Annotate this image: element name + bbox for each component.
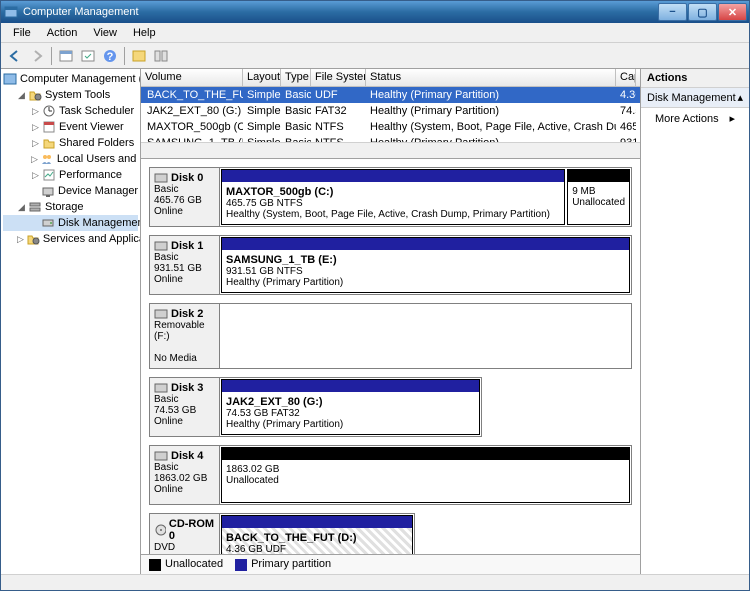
tree-local-users[interactable]: ▷Local Users and Groups (3, 151, 138, 167)
partition[interactable]: 1863.02 GBUnallocated (221, 447, 630, 503)
partition[interactable]: 9 MBUnallocated (567, 169, 630, 225)
menubar: File Action View Help (1, 23, 749, 43)
collapse-icon: ▴ (737, 91, 743, 104)
partition[interactable]: JAK2_EXT_80 (G:)74.53 GB FAT32Healthy (P… (221, 379, 480, 435)
tree-services[interactable]: ▷Services and Applications (3, 231, 138, 247)
col-cap[interactable]: Cap (616, 69, 636, 86)
help-button[interactable]: ? (100, 46, 120, 66)
volume-table[interactable]: Volume Layout Type File System Status Ca… (141, 69, 640, 159)
col-layout[interactable]: Layout (243, 69, 281, 86)
table-row[interactable]: JAK2_EXT_80 (G:)SimpleBasicFAT32Healthy … (141, 103, 640, 119)
window: Computer Management − ▢ ✕ File Action Vi… (0, 0, 750, 591)
tree-device-manager[interactable]: Device Manager (3, 183, 138, 199)
window-title: Computer Management (23, 6, 658, 18)
forward-button[interactable] (27, 46, 47, 66)
menu-file[interactable]: File (5, 27, 39, 39)
refresh-button[interactable] (78, 46, 98, 66)
table-scrollbar[interactable] (141, 142, 640, 158)
actions-header: Actions (641, 69, 749, 88)
col-fs[interactable]: File System (311, 69, 366, 86)
app-icon (3, 4, 19, 20)
partition[interactable]: BACK_TO_THE_FUT (D:)4.36 GB UDFHealthy (… (221, 515, 413, 554)
disk-row[interactable]: Disk 3Basic74.53 GBOnlineJAK2_EXT_80 (G:… (149, 377, 482, 437)
toolbar: ? (1, 43, 749, 69)
more-actions[interactable]: More Actions▸ (641, 108, 749, 129)
tree-shared-folders[interactable]: ▷Shared Folders (3, 135, 138, 151)
content: Computer Management (Local ◢System Tools… (1, 69, 749, 574)
titlebar: Computer Management − ▢ ✕ (1, 1, 749, 23)
maximize-button[interactable]: ▢ (688, 3, 717, 21)
tree-task-scheduler[interactable]: ▷Task Scheduler (3, 103, 138, 119)
menu-help[interactable]: Help (125, 27, 164, 39)
table-header: Volume Layout Type File System Status Ca… (141, 69, 640, 87)
menu-action[interactable]: Action (39, 27, 86, 39)
tree-root[interactable]: Computer Management (Local (3, 71, 138, 87)
nav-tree[interactable]: Computer Management (Local ◢System Tools… (1, 69, 141, 574)
bottom-scrollbar[interactable] (1, 574, 749, 590)
disk-graphical-pane[interactable]: Disk 0Basic465.76 GBOnlineMAXTOR_500gb (… (141, 159, 640, 554)
view-detail-button[interactable] (151, 46, 171, 66)
menu-view[interactable]: View (85, 27, 125, 39)
disk-row[interactable]: Disk 2Removable (F:)No Media (149, 303, 632, 369)
properties-button[interactable] (56, 46, 76, 66)
tree-disk-management[interactable]: Disk Management (3, 215, 138, 231)
actions-pane: Actions Disk Management▴ More Actions▸ (641, 69, 749, 574)
disk-row[interactable]: Disk 4Basic1863.02 GBOnline1863.02 GBUna… (149, 445, 632, 505)
tree-system-tools[interactable]: ◢System Tools (3, 87, 138, 103)
tree-storage[interactable]: ◢Storage (3, 199, 138, 215)
table-row[interactable]: MAXTOR_500gb (C:)SimpleBasicNTFSHealthy … (141, 119, 640, 135)
tree-performance[interactable]: ▷Performance (3, 167, 138, 183)
actions-context[interactable]: Disk Management▴ (641, 88, 749, 108)
chevron-right-icon: ▸ (729, 112, 735, 125)
disk-row[interactable]: CD-ROM 0DVD4.36 GBOnlineBACK_TO_THE_FUT … (149, 513, 415, 554)
disk-row[interactable]: Disk 0Basic465.76 GBOnlineMAXTOR_500gb (… (149, 167, 632, 227)
disk-row[interactable]: Disk 1Basic931.51 GBOnlineSAMSUNG_1_TB (… (149, 235, 632, 295)
main-pane: Volume Layout Type File System Status Ca… (141, 69, 641, 574)
close-button[interactable]: ✕ (718, 3, 747, 21)
tree-event-viewer[interactable]: ▷Event Viewer (3, 119, 138, 135)
back-button[interactable] (5, 46, 25, 66)
partition[interactable]: MAXTOR_500gb (C:)465.75 GB NTFSHealthy (… (221, 169, 565, 225)
col-type[interactable]: Type (281, 69, 311, 86)
view-list-button[interactable] (129, 46, 149, 66)
svg-text:?: ? (107, 51, 114, 63)
legend: Unallocated Primary partition (141, 554, 640, 574)
col-volume[interactable]: Volume (141, 69, 243, 86)
minimize-button[interactable]: − (658, 3, 687, 21)
table-row[interactable]: BACK_TO_THE_FUT (D:)SimpleBasicUDFHealth… (141, 87, 640, 103)
partition[interactable]: SAMSUNG_1_TB (E:)931.51 GB NTFSHealthy (… (221, 237, 630, 293)
col-status[interactable]: Status (366, 69, 616, 86)
